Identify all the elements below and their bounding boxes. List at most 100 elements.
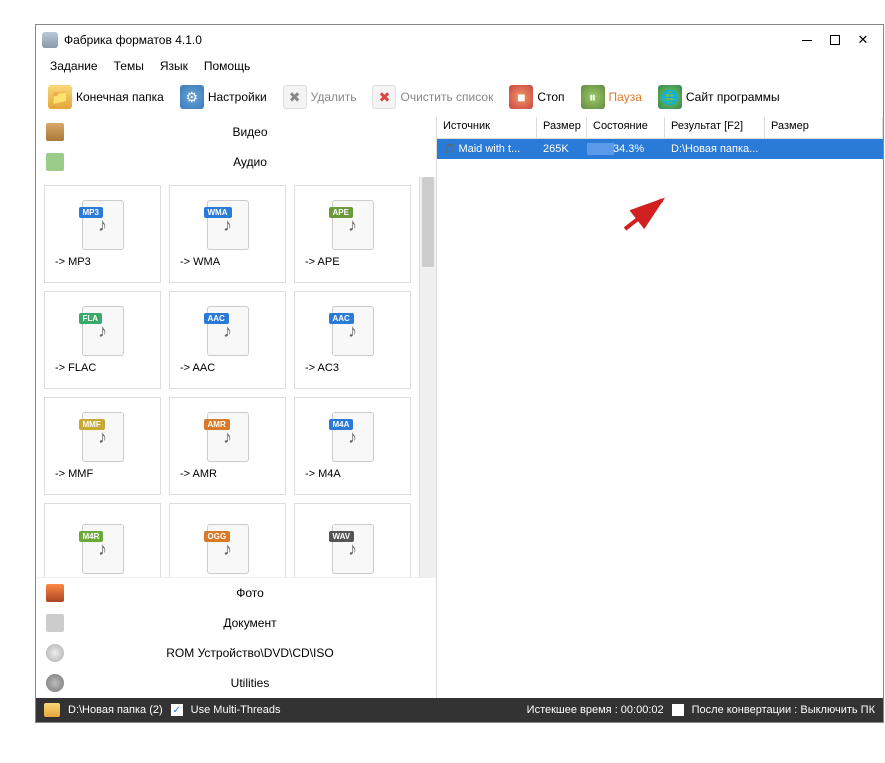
- format-card-ogg[interactable]: OGG♪: [169, 503, 286, 577]
- statusbar: D:\Новая папка (2) ✓ Use Multi-Threads И…: [36, 698, 883, 722]
- outfolder-button[interactable]: 📁 Конечная папка: [42, 81, 170, 113]
- cat-doc[interactable]: Документ: [36, 608, 436, 638]
- format-card-m4a[interactable]: M4A♪ -> M4A: [294, 397, 411, 495]
- cat-util[interactable]: Utilities: [36, 668, 436, 698]
- menu-task[interactable]: Задание: [44, 57, 104, 75]
- delete-icon: ✖: [283, 85, 307, 109]
- pause-icon: ⏸: [581, 85, 605, 109]
- scrollbar[interactable]: [419, 177, 436, 577]
- format-card-wav[interactable]: WAV♪: [294, 503, 411, 577]
- cat-audio[interactable]: Аудио: [36, 147, 436, 177]
- delete-label: Удалить: [311, 90, 357, 104]
- task-row[interactable]: 🎵 Maid with t... 265K 34.3% D:\Новая пап…: [437, 139, 883, 159]
- format-card-fla[interactable]: FLA♪ -> FLAC: [44, 291, 161, 389]
- col-result[interactable]: Результат [F2]: [665, 117, 765, 138]
- format-icon: WMA♪: [207, 200, 249, 250]
- cat-photo[interactable]: Фото: [36, 578, 436, 608]
- format-tag: M4A: [329, 419, 354, 430]
- format-tag: AMR: [204, 419, 230, 430]
- clear-button[interactable]: ✖ Очистить список: [366, 81, 499, 113]
- format-label: -> MMF: [45, 468, 93, 480]
- format-tag: M4R: [79, 531, 104, 542]
- cat-audio-label: Аудио: [74, 155, 426, 169]
- titlebar: Фабрика форматов 4.1.0: [36, 25, 883, 55]
- stop-button[interactable]: ■ Стоп: [503, 81, 570, 113]
- after-checkbox[interactable]: [672, 704, 684, 716]
- col-size2[interactable]: Размер: [765, 117, 883, 138]
- maximize-button[interactable]: [821, 30, 849, 50]
- menubar: Задание Темы Язык Помощь: [36, 55, 883, 77]
- format-tag: APE: [329, 207, 353, 218]
- format-label: -> AC3: [295, 362, 339, 374]
- cat-doc-label: Документ: [74, 616, 426, 630]
- cat-video[interactable]: Видео: [36, 117, 436, 147]
- format-icon: AMR♪: [207, 412, 249, 462]
- format-card-aac[interactable]: AAC♪-> AAC: [169, 291, 286, 389]
- menu-help[interactable]: Помощь: [198, 57, 256, 75]
- video-icon: [46, 123, 64, 141]
- task-state: 34.3%: [587, 141, 665, 157]
- settings-label: Настройки: [208, 90, 267, 104]
- audio-file-icon: 🎵: [443, 144, 455, 155]
- format-tag: AAC: [329, 313, 354, 324]
- format-tag: FLA: [79, 313, 103, 324]
- format-card-mmf[interactable]: MMF♪-> MMF: [44, 397, 161, 495]
- format-icon: M4R♪: [82, 524, 124, 574]
- right-pane: Источник Размер Состояние Результат [F2]…: [437, 117, 883, 698]
- pause-button[interactable]: ⏸ Пауза: [575, 81, 648, 113]
- format-card-ape[interactable]: APE♪ -> APE: [294, 185, 411, 283]
- col-source[interactable]: Источник: [437, 117, 537, 138]
- cat-rom[interactable]: ROM Устройство\DVD\CD\ISO: [36, 638, 436, 668]
- col-size[interactable]: Размер: [537, 117, 587, 138]
- format-label: -> FLAC: [45, 362, 96, 374]
- format-card-mp3[interactable]: MP3♪-> MP3: [44, 185, 161, 283]
- delete-button[interactable]: ✖ Удалить: [277, 81, 363, 113]
- format-card-amr[interactable]: AMR♪ -> AMR: [169, 397, 286, 495]
- format-card-wma[interactable]: WMA♪-> WMA: [169, 185, 286, 283]
- format-tag: WMA: [204, 207, 232, 218]
- minimize-button[interactable]: [793, 30, 821, 50]
- rom-icon: [46, 644, 64, 662]
- multithread-label: Use Multi-Threads: [191, 704, 281, 716]
- window-title: Фабрика форматов 4.1.0: [64, 33, 793, 47]
- folder-icon: 📁: [48, 85, 72, 109]
- site-button[interactable]: 🌐 Сайт программы: [652, 81, 786, 113]
- format-icon: FLA♪: [82, 306, 124, 356]
- col-state[interactable]: Состояние: [587, 117, 665, 138]
- elapsed-label: Истекшее время : 00:00:02: [527, 704, 664, 716]
- format-label: -> AMR: [170, 468, 217, 480]
- format-tag: OGG: [204, 531, 231, 542]
- cat-util-label: Utilities: [74, 676, 426, 690]
- close-button[interactable]: [849, 30, 877, 50]
- util-icon: [46, 674, 64, 692]
- cat-video-label: Видео: [74, 125, 426, 139]
- format-icon: MP3♪: [82, 200, 124, 250]
- format-card-aac[interactable]: AAC♪-> AC3: [294, 291, 411, 389]
- left-pane: Видео Аудио MP3♪-> MP3WMA♪-> WMA APE♪ -> A…: [36, 117, 437, 698]
- gear-icon: ⚙: [180, 85, 204, 109]
- statusbar-folder-icon[interactable]: [44, 703, 60, 717]
- task-columns: Источник Размер Состояние Результат [F2]…: [437, 117, 883, 139]
- stop-label: Стоп: [537, 90, 564, 104]
- stop-icon: ■: [509, 85, 533, 109]
- format-card-m4r[interactable]: M4R♪: [44, 503, 161, 577]
- format-label: -> APE: [295, 256, 340, 268]
- outfolder-label: Конечная папка: [76, 90, 164, 104]
- format-tag: AAC: [204, 313, 229, 324]
- multithread-checkbox[interactable]: ✓: [171, 704, 183, 716]
- menu-lang[interactable]: Язык: [154, 57, 194, 75]
- format-icon: APE♪: [332, 200, 374, 250]
- settings-button[interactable]: ⚙ Настройки: [174, 81, 273, 113]
- cat-rom-label: ROM Устройство\DVD\CD\ISO: [74, 646, 426, 660]
- app-icon: [42, 32, 58, 48]
- cat-photo-label: Фото: [74, 586, 426, 600]
- audio-icon: [46, 153, 64, 171]
- task-size: 265K: [537, 141, 587, 157]
- task-source: Maid with t...: [458, 143, 520, 155]
- formats-grid: MP3♪-> MP3WMA♪-> WMA APE♪ -> APE FLA♪ -> FLA…: [36, 177, 419, 577]
- format-icon: M4A♪: [332, 412, 374, 462]
- format-icon: AAC♪: [207, 306, 249, 356]
- menu-themes[interactable]: Темы: [108, 57, 150, 75]
- scroll-thumb[interactable]: [422, 177, 434, 267]
- format-label: -> M4A: [295, 468, 341, 480]
